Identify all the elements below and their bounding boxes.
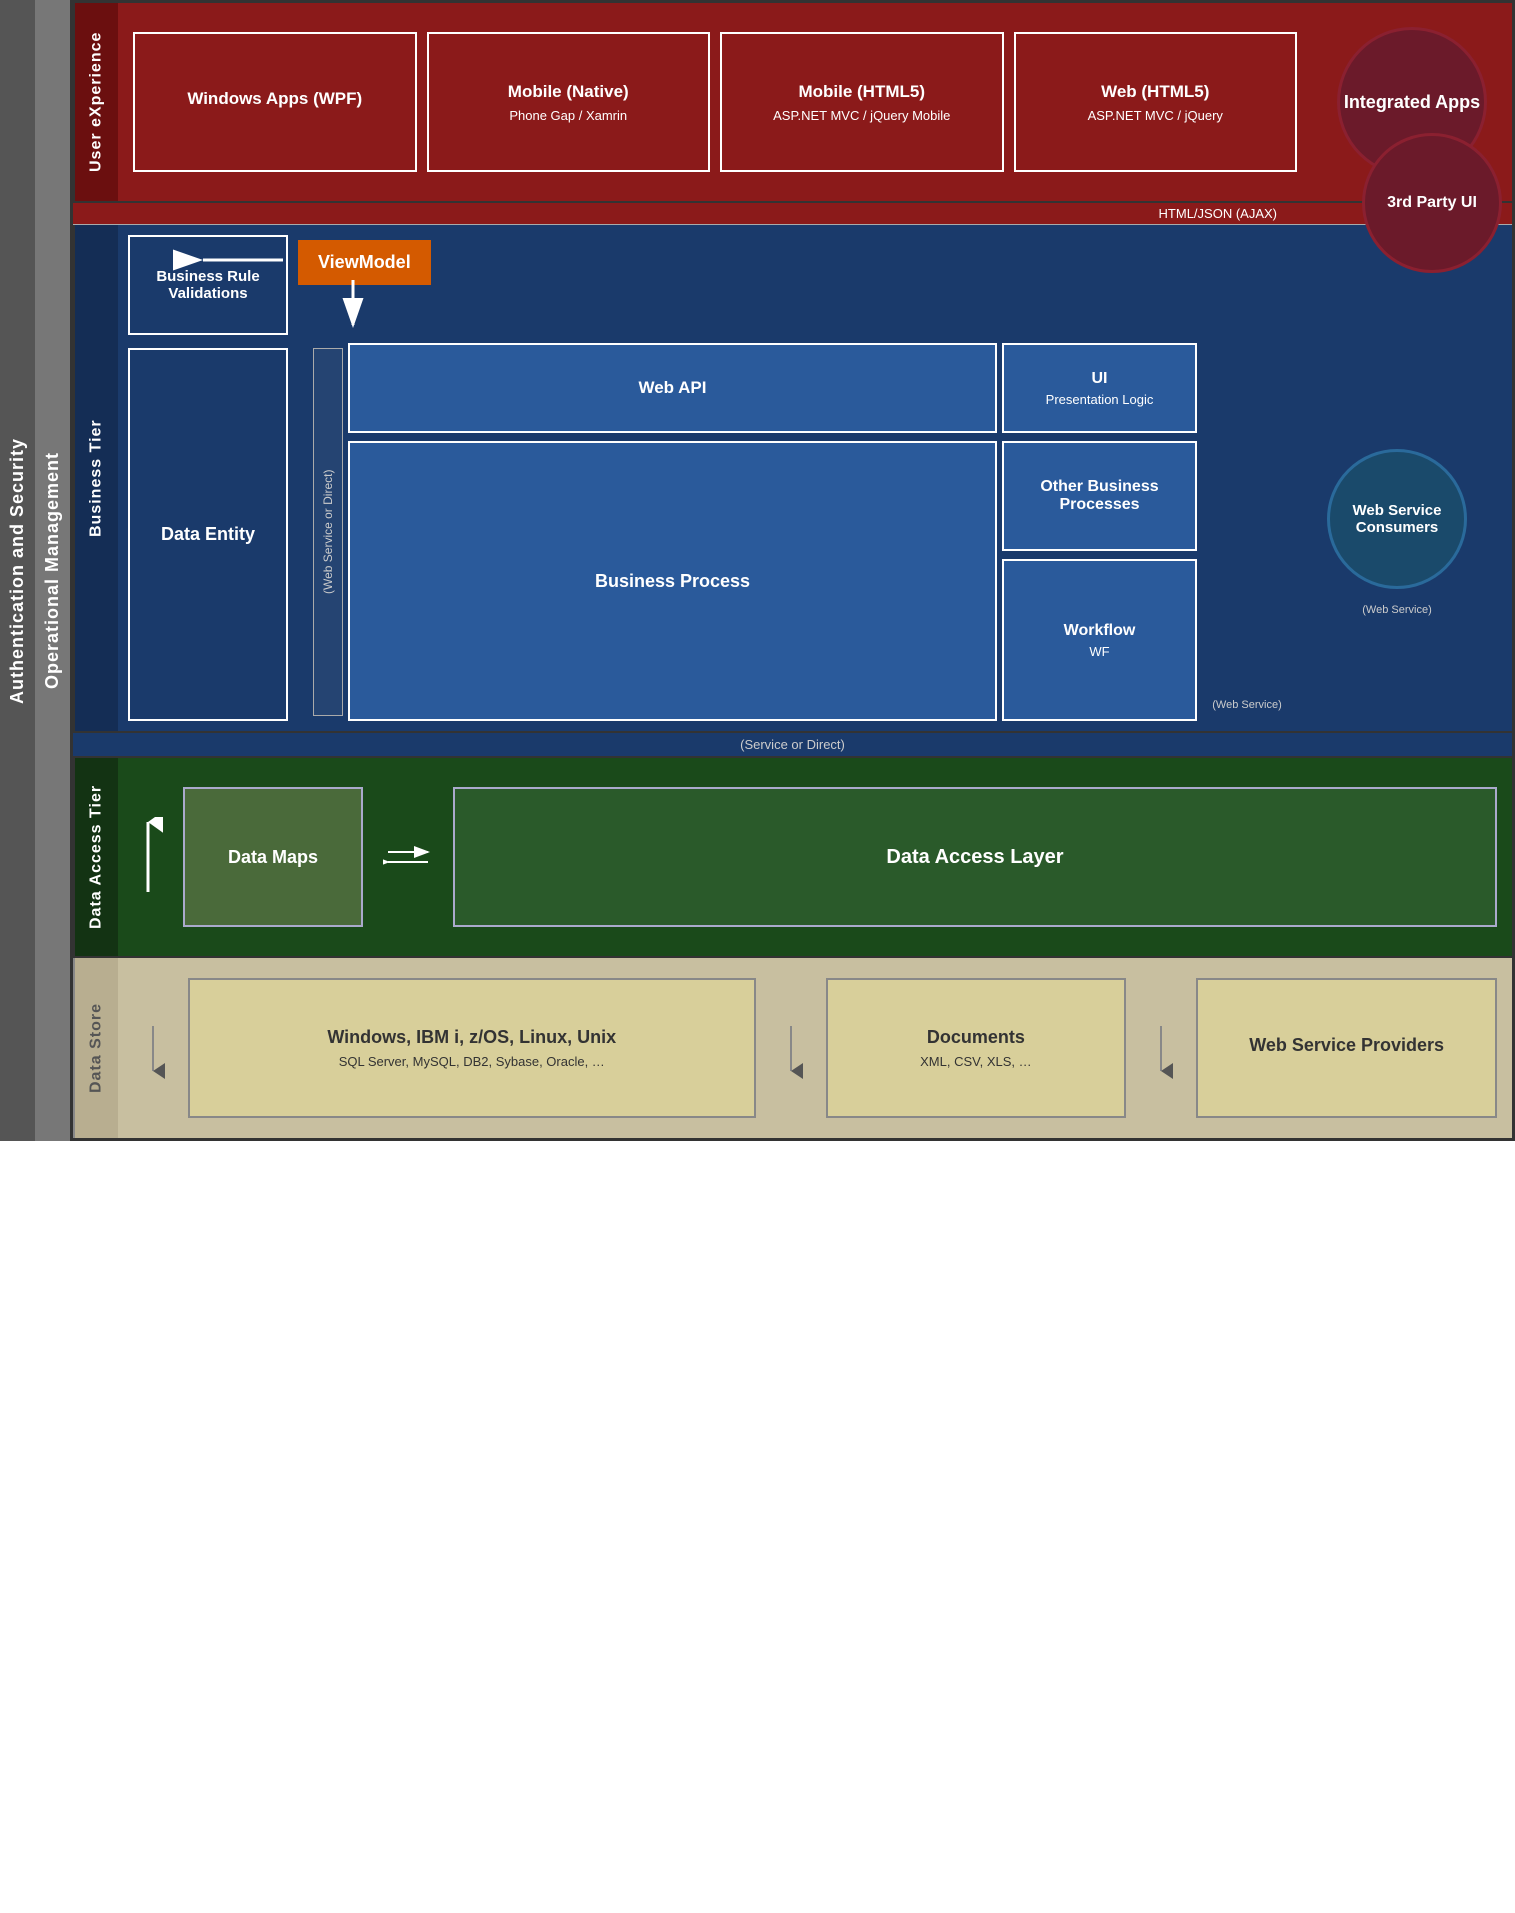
- documents-box: Documents XML, CSV, XLS, …: [826, 978, 1127, 1118]
- datastore-label: Data Store: [73, 958, 118, 1138]
- mobile-html5-title: Mobile (HTML5): [798, 82, 925, 102]
- ajax-bar-container: HTML/JSON (AJAX) 3rd Party UI: [73, 203, 1512, 225]
- web-api-box: Web API: [348, 343, 997, 433]
- windows-apps-title: Windows Apps (WPF): [187, 89, 362, 109]
- data-maps-box: Data Maps: [183, 787, 363, 927]
- service-direct-label: (Service or Direct): [73, 733, 1512, 758]
- ui-subtitle: Presentation Logic: [1046, 392, 1154, 407]
- mobile-native-title: Mobile (Native): [508, 82, 629, 102]
- ui-title: UI: [1092, 370, 1108, 388]
- data-access-row: Data Access Tier Data Maps: [73, 758, 1512, 958]
- web-service-providers-title: Web Service Providers: [1249, 1035, 1444, 1056]
- business-top-row: Business Rule Validations ViewModel: [128, 235, 1502, 335]
- other-business-processes-box: Other Business Processes: [1002, 441, 1197, 551]
- double-arrow-svg: [383, 842, 433, 872]
- ws-direct-label: (Web Service or Direct): [313, 348, 343, 716]
- center-col: Web API Business Process: [348, 343, 997, 721]
- business-process-box: Business Process: [348, 441, 997, 721]
- data-access-content: Data Maps Dat: [118, 758, 1512, 956]
- left-col: Data Entity: [128, 343, 303, 721]
- auth-security-label: Authentication and Security: [0, 0, 35, 1141]
- viewmodel-box: ViewModel: [298, 240, 431, 285]
- ux-cards: Windows Apps (WPF) Mobile (Native) Phone…: [118, 3, 1312, 201]
- ds-arrow3: [1141, 1016, 1181, 1081]
- business-main: Data Entity (Web Service or Direct) Web …: [128, 343, 1502, 721]
- ds-arrow3-svg: [1141, 1021, 1181, 1081]
- up-arrow-svg: [133, 817, 163, 897]
- mobile-native-subtitle: Phone Gap / Xamrin: [509, 108, 627, 123]
- web-service-consumers-ellipse: Web Service Consumers: [1327, 449, 1467, 589]
- third-party-ui-ellipse: 3rd Party UI: [1362, 133, 1502, 273]
- ds-arrows-svg: [133, 1021, 173, 1081]
- data-entity-box: Data Entity: [128, 348, 288, 721]
- ops-management-label: Operational Management: [35, 0, 70, 1141]
- ajax-bar: HTML/JSON (AJAX): [73, 203, 1512, 225]
- right-ellipse-area: Web Service Consumers (Web Service): [1292, 343, 1502, 721]
- workflow-box: Workflow WF: [1002, 559, 1197, 721]
- web-service-providers-box: Web Service Providers: [1196, 978, 1497, 1118]
- dat-up-arrow: [133, 817, 163, 897]
- data-access-layer-box: Data Access Layer: [453, 787, 1497, 927]
- ui-box: UI Presentation Logic: [1002, 343, 1197, 433]
- business-rule-validations-box: Business Rule Validations: [128, 235, 288, 335]
- documents-subtitle: XML, CSV, XLS, …: [920, 1054, 1032, 1069]
- ux-row: User eXperience Windows Apps (WPF) Mobil…: [73, 3, 1512, 203]
- data-access-tier-label: Data Access Tier: [73, 758, 118, 956]
- windows-db-subtitle: SQL Server, MySQL, DB2, Sybase, Oracle, …: [339, 1054, 605, 1069]
- mobile-html5-subtitle: ASP.NET MVC / jQuery Mobile: [773, 108, 950, 123]
- ux-label: User eXperience: [73, 3, 118, 201]
- web-html5-card: Web (HTML5) ASP.NET MVC / jQuery: [1014, 32, 1298, 172]
- datastore-arrows: [133, 1016, 173, 1081]
- web-service-note: (Web Service): [1212, 699, 1281, 711]
- web-html5-title: Web (HTML5): [1101, 82, 1209, 102]
- documents-title: Documents: [927, 1027, 1025, 1048]
- business-row: Business Tier Business Rule Validations …: [73, 225, 1512, 733]
- windows-db-title: Windows, IBM i, z/OS, Linux, Unix: [327, 1027, 616, 1048]
- windows-db-box: Windows, IBM i, z/OS, Linux, Unix SQL Se…: [188, 978, 756, 1118]
- datastore-row: Data Store Windows, IBM i, z/OS, Linux, …: [73, 958, 1512, 1138]
- ds-arrow2-svg: [771, 1021, 811, 1081]
- right-col: UI Presentation Logic Other Business Pro…: [1002, 343, 1197, 721]
- ws-note-area: (Web Service): [1202, 343, 1292, 721]
- double-arrow: [383, 842, 433, 872]
- mobile-html5-card: Mobile (HTML5) ASP.NET MVC / jQuery Mobi…: [720, 32, 1004, 172]
- windows-apps-card: Windows Apps (WPF): [133, 32, 417, 172]
- web-html5-subtitle: ASP.NET MVC / jQuery: [1088, 108, 1223, 123]
- business-tier-label: Business Tier: [73, 225, 118, 731]
- ws-note-bottom: (Web Service): [1362, 604, 1431, 616]
- datastore-content: Windows, IBM i, z/OS, Linux, Unix SQL Se…: [118, 958, 1512, 1138]
- mobile-native-card: Mobile (Native) Phone Gap / Xamrin: [427, 32, 711, 172]
- ds-arrow2: [771, 1016, 811, 1081]
- business-content: Business Rule Validations ViewModel Data…: [118, 225, 1512, 731]
